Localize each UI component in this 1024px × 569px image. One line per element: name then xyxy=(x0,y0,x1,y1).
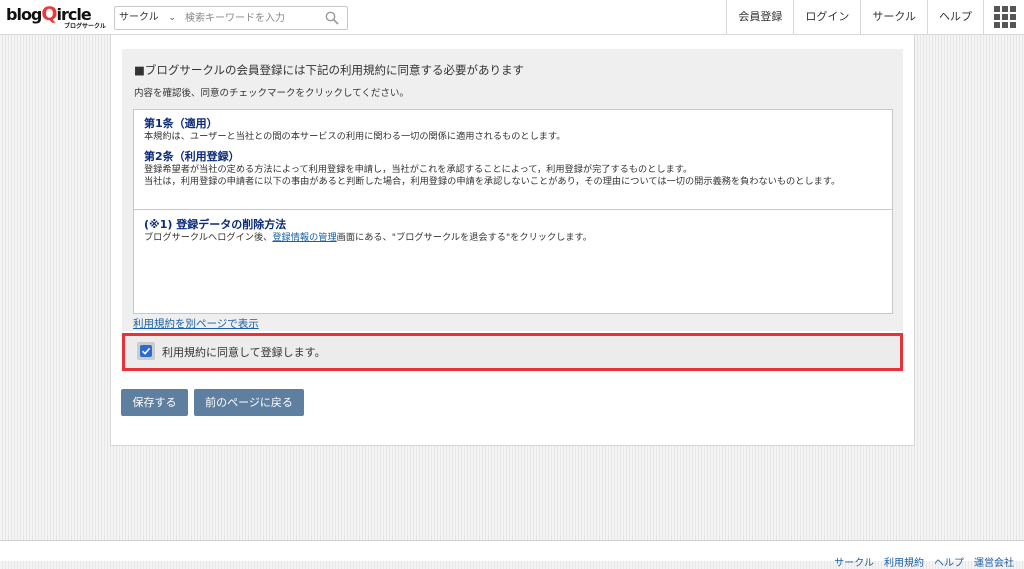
article-1-text: 本規約は、ユーザーと当社との間の本サービスの利用に関わる一切の関係に適用されるも… xyxy=(144,131,566,142)
app-menu-button[interactable] xyxy=(983,0,1024,34)
agree-label[interactable]: 利用規約に同意して登録します。 xyxy=(162,344,326,360)
footer-link-terms[interactable]: 利用規約 xyxy=(884,554,924,569)
nav-help[interactable]: ヘルプ xyxy=(927,0,983,34)
article-2-text-2: 当社は，利用登録の申請者に以下の事由があると判断した場合，利用登録の申請を承認し… xyxy=(144,176,841,187)
data-deletion-note: (※1) 登録データの削除方法 ブログサークルへログイン後、登録情報の管理画面に… xyxy=(144,218,884,245)
header-nav: 会員登録 ログイン サークル ヘルプ xyxy=(726,0,1024,34)
terms-separate-page-link[interactable]: 利用規約を別ページで表示 xyxy=(133,316,259,331)
logo-text: blogQircle xyxy=(6,3,92,25)
footer-link-company[interactable]: 運営会社 xyxy=(974,554,1014,569)
nav-circle[interactable]: サークル xyxy=(860,0,927,34)
logo-subtext: ブログサークル xyxy=(64,23,106,30)
search-bar: サークル ⌄ xyxy=(114,6,348,30)
agree-row: 利用規約に同意して登録します。 xyxy=(122,333,903,371)
terms-notice-title: ■ブログサークルの会員登録には下記の利用規約に同意する必要があります xyxy=(134,63,525,77)
nav-login[interactable]: ログイン xyxy=(793,0,860,34)
footer-links: サークル 利用規約 ヘルプ 運営会社 xyxy=(834,554,1014,569)
save-button[interactable]: 保存する xyxy=(121,389,188,416)
article-2-text-1: 登録希望者が当社の定める方法によって利用登録を申請し，当社がこれを承認することに… xyxy=(144,163,693,175)
terms-section: ■ブログサークルの会員登録には下記の利用規約に同意する必要があります 内容を確認… xyxy=(122,49,903,331)
note-title: (※1) 登録データの削除方法 xyxy=(144,218,287,231)
grid-menu-icon xyxy=(994,6,1016,28)
terms-box: 第1条（適用） 本規約は、ユーザーと当社との間の本サービスの利用に関わる一切の関… xyxy=(133,109,893,314)
note-text: ブログサークルへログイン後、登録情報の管理画面にある、"ブログサークルを退会する… xyxy=(144,232,592,243)
chevron-down-icon: ⌄ xyxy=(168,13,176,23)
account-settings-link[interactable]: 登録情報の管理 xyxy=(272,232,336,243)
site-footer: サークル 利用規約 ヘルプ 運営会社 xyxy=(0,540,1024,569)
registration-panel: ■ブログサークルの会員登録には下記の利用規約に同意する必要があります 内容を確認… xyxy=(110,35,915,446)
search-icon[interactable] xyxy=(325,11,339,25)
terms-notice-subtitle: 内容を確認後、同意のチェックマークをクリックしてください。 xyxy=(134,88,409,99)
search-input[interactable] xyxy=(181,8,321,28)
footer-link-help[interactable]: ヘルプ xyxy=(934,554,964,569)
footer-link-circle[interactable]: サークル xyxy=(834,554,874,569)
nav-register[interactable]: 会員登録 xyxy=(726,0,793,34)
terms-scroll-area[interactable]: 第1条（適用） 本規約は、ユーザーと当社との間の本サービスの利用に関わる一切の関… xyxy=(134,110,892,210)
article-2-title: 第2条（利用登録） xyxy=(144,149,240,163)
site-header: blogQircle ブログサークル サークル ⌄ 会員登録 ログイン サークル… xyxy=(0,0,1024,35)
back-button[interactable]: 前のページに戻る xyxy=(194,389,304,416)
blogcircle-logo[interactable]: blogQircle ブログサークル xyxy=(6,5,106,31)
agree-checkbox[interactable] xyxy=(137,342,155,360)
search-category-select[interactable]: サークル ⌄ xyxy=(115,7,181,29)
article-1-title: 第1条（適用） xyxy=(144,117,218,130)
checkmark-icon xyxy=(140,345,152,357)
